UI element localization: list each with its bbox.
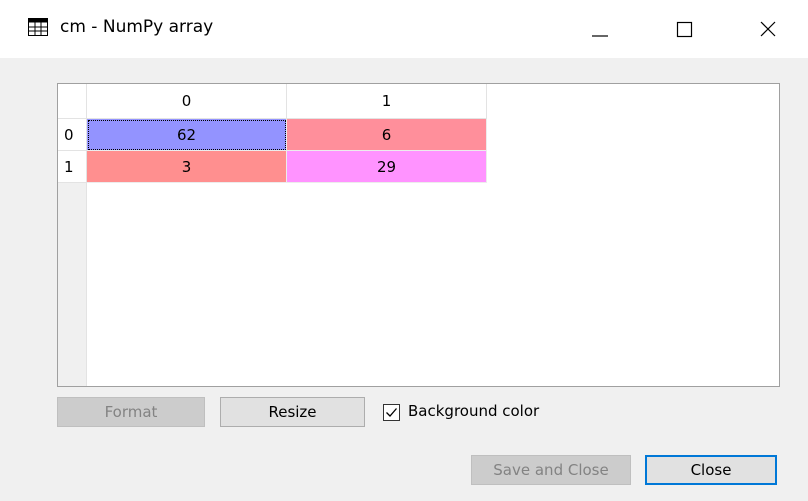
maximize-icon	[676, 21, 693, 38]
table-cell-1-1[interactable]: 29	[287, 151, 487, 183]
close-button[interactable]: Close	[645, 455, 777, 485]
numpy-array-editor-window: cm - NumPy array 0 1 0 1 62 6 3 29 Forma…	[0, 0, 808, 501]
minimize-button[interactable]	[572, 0, 628, 58]
table-cell-0-1[interactable]: 6	[287, 119, 487, 151]
table-corner	[58, 84, 87, 119]
resize-button[interactable]: Resize	[220, 397, 365, 427]
table-cell-1-0[interactable]: 3	[87, 151, 287, 183]
close-window-button[interactable]	[740, 0, 796, 58]
row-header-0[interactable]: 0	[58, 119, 87, 151]
array-table[interactable]: 0 1 0 1 62 6 3 29	[57, 83, 780, 387]
format-button[interactable]: Format	[57, 397, 205, 427]
close-icon	[760, 21, 776, 37]
minimize-icon	[592, 35, 608, 37]
column-header-0[interactable]: 0	[87, 84, 287, 119]
background-color-checkbox[interactable]	[383, 404, 400, 421]
title-bar: cm - NumPy array	[0, 0, 808, 58]
window-title: cm - NumPy array	[60, 17, 214, 37]
checkmark-icon	[386, 408, 397, 417]
background-color-label[interactable]: Background color	[408, 402, 539, 420]
column-header-1[interactable]: 1	[287, 84, 487, 119]
table-icon	[28, 18, 48, 36]
maximize-button[interactable]	[656, 0, 712, 58]
save-and-close-button[interactable]: Save and Close	[471, 455, 631, 485]
row-header-1[interactable]: 1	[58, 151, 87, 183]
table-cell-0-0[interactable]: 62	[87, 119, 287, 151]
